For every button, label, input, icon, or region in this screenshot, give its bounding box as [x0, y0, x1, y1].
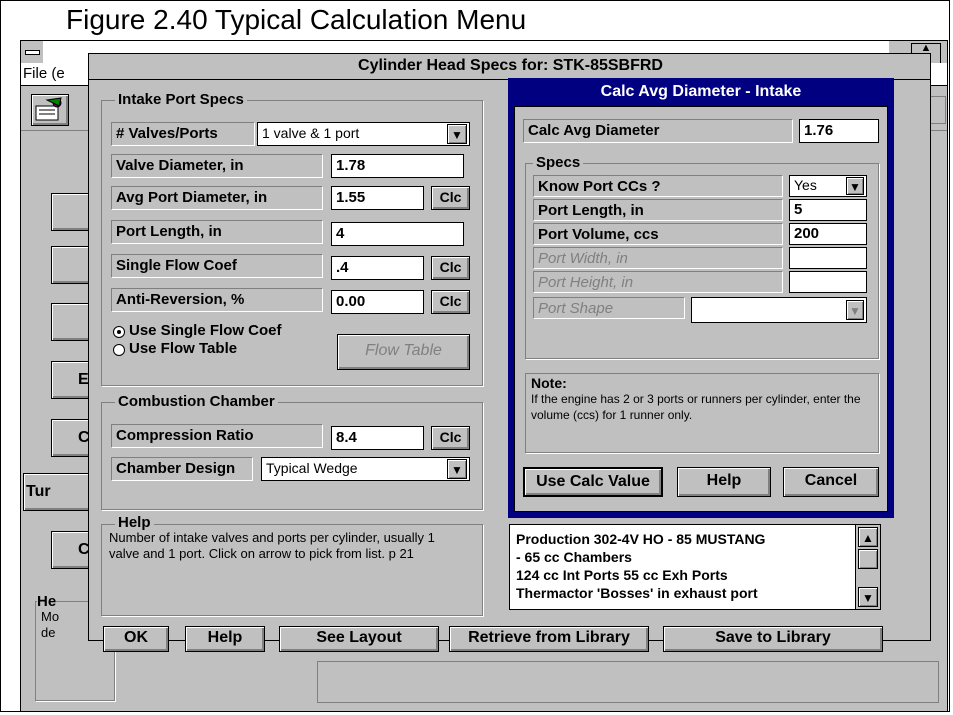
calc-port-length-input[interactable]: 5: [789, 199, 867, 221]
ok-button[interactable]: OK: [103, 626, 169, 652]
anti-reversion-label: Anti-Reversion, %: [111, 288, 323, 312]
dialog-title: Cylinder Head Specs for: STK-85SBFRD: [358, 57, 663, 74]
port-height-label: Port Height, in: [533, 271, 783, 293]
avg-port-calc-button[interactable]: Clc: [431, 186, 470, 210]
flow-coef-calc-button[interactable]: Clc: [431, 256, 470, 280]
save-library-button[interactable]: Save to Library: [663, 626, 883, 652]
valves-ports-select[interactable]: 1 valve & 1 port ▼: [257, 122, 470, 146]
library-note-line: Thermactor 'Bosses' in exhaust port: [516, 585, 758, 601]
retrieve-library-button[interactable]: Retrieve from Library: [449, 626, 649, 652]
chamber-design-label: Chamber Design: [111, 457, 253, 481]
port-shape-select[interactable]: ▼: [691, 297, 867, 323]
specs-group-title: Specs: [533, 154, 584, 171]
use-calc-value-button[interactable]: Use Calc Value: [523, 467, 663, 497]
compression-ratio-label: Compression Ratio: [111, 424, 323, 448]
chevron-down-icon[interactable]: ▼: [846, 300, 864, 320]
calc-port-length-label: Port Length, in: [533, 199, 783, 221]
port-volume-label: Port Volume, ccs: [533, 223, 783, 245]
menu-file[interactable]: File (e: [23, 65, 65, 82]
port-height-input[interactable]: [789, 271, 867, 293]
main-lower-panel: [317, 661, 939, 703]
system-menu-box[interactable]: [21, 41, 44, 64]
anti-reversion-input[interactable]: 0.00: [331, 290, 424, 314]
note-text: If the engine has 2 or 3 ports or runner…: [531, 392, 861, 422]
compression-ratio-input[interactable]: 8.4: [331, 426, 424, 450]
flow-table-radio-label: Use Flow Table: [129, 340, 238, 357]
main-help-title: He: [37, 593, 57, 610]
note-title: Note:: [531, 375, 567, 391]
calc-dialog-frame: Calc Avg Diameter - Intake Calc Avg Diam…: [508, 78, 894, 518]
help-group-title: Help: [115, 514, 154, 531]
single-flow-coef-label: Use Single Flow Coef: [129, 322, 282, 339]
combustion-group-title: Combustion Chamber: [115, 393, 278, 410]
flow-table-button[interactable]: Flow Table: [337, 334, 470, 370]
notes-scrollbar[interactable]: ▲ ▼: [855, 525, 880, 609]
help-button[interactable]: Help: [185, 626, 265, 652]
anti-reversion-calc-button[interactable]: Clc: [431, 290, 470, 314]
chamber-design-select[interactable]: Typical Wedge ▼: [261, 457, 470, 481]
calc-cancel-button[interactable]: Cancel: [783, 467, 879, 497]
port-volume-input[interactable]: 200: [789, 223, 867, 245]
toolbar-icon-button[interactable]: [31, 94, 69, 126]
valve-diameter-label: Valve Diameter, in: [111, 154, 323, 178]
know-port-ccs-label: Know Port CCs ?: [533, 175, 783, 197]
system-menu-icon: [25, 50, 40, 55]
valve-diameter-input[interactable]: 1.78: [331, 154, 464, 178]
library-notes-box: Production 302-4V HO - 85 MUSTANG - 65 c…: [509, 524, 881, 610]
main-help-line2: de: [41, 625, 56, 640]
flow-coef-label: Single Flow Coef: [111, 254, 323, 278]
valves-ports-label: # Valves/Ports: [111, 122, 255, 146]
avg-port-diameter-input[interactable]: 1.55: [331, 186, 424, 210]
port-length-input[interactable]: 4: [331, 222, 464, 246]
calc-dialog-title: Calc Avg Diameter - Intake: [600, 83, 802, 100]
help-text: Number of intake valves and ports per cy…: [109, 530, 435, 561]
main-help-line1: Mo: [41, 609, 60, 624]
library-note-line: 124 cc Int Ports 55 cc Exh Ports: [516, 567, 728, 583]
compression-ratio-calc-button[interactable]: Clc: [431, 426, 470, 450]
know-port-ccs-select[interactable]: Yes ▼: [789, 175, 867, 197]
chevron-down-icon[interactable]: ▼: [447, 124, 467, 144]
calc-result-label: Calc Avg Diameter: [523, 119, 793, 143]
chevron-down-icon[interactable]: ▼: [447, 459, 467, 479]
intake-port-group-title: Intake Port Specs: [115, 91, 247, 108]
avg-port-diameter-label: Avg Port Diameter, in: [111, 186, 323, 210]
port-width-input[interactable]: [789, 247, 867, 269]
port-shape-label: Port Shape: [533, 297, 685, 319]
library-note-line: Production 302-4V HO - 85 MUSTANG: [516, 531, 766, 547]
scroll-up-icon[interactable]: ▲: [858, 527, 878, 547]
figure-caption: Figure 2.40 Typical Calculation Menu: [66, 4, 527, 35]
port-length-label: Port Length, in: [111, 220, 323, 244]
calc-dialog-body: Calc Avg Diameter 1.76 Specs Know Port C…: [514, 106, 888, 512]
chevron-down-icon[interactable]: ▼: [846, 177, 864, 195]
calc-help-button[interactable]: Help: [677, 467, 771, 497]
scroll-thumb[interactable]: [858, 549, 878, 569]
library-note-line: - 65 cc Chambers: [516, 549, 632, 565]
flow-table-radio[interactable]: [113, 344, 125, 356]
single-flow-coef-radio[interactable]: [113, 326, 125, 338]
flow-coef-input[interactable]: .4: [331, 256, 424, 280]
see-layout-button[interactable]: See Layout: [279, 626, 439, 652]
combustion-group: [101, 402, 483, 510]
calc-result-value[interactable]: 1.76: [799, 119, 879, 143]
port-width-label: Port Width, in: [533, 247, 783, 269]
scroll-down-icon[interactable]: ▼: [858, 587, 878, 607]
wizard-icon: [35, 97, 62, 121]
